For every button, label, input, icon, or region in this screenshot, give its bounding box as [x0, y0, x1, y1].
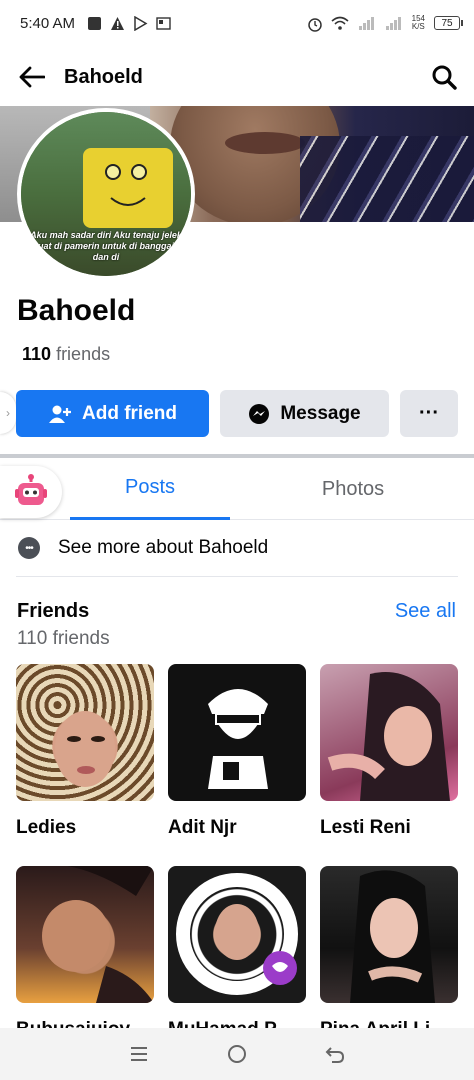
- friend-photo: [320, 664, 458, 801]
- edge-panel-handle[interactable]: ›: [0, 392, 16, 434]
- warning-icon: [110, 16, 125, 31]
- add-person-icon: [49, 405, 71, 423]
- friend-card[interactable]: Bubusaiujov: [16, 866, 154, 1041]
- friend-card[interactable]: Pina April Li: [320, 866, 458, 1041]
- friend-card[interactable]: Adit Njr: [168, 664, 306, 839]
- search-icon: [432, 65, 457, 90]
- play-store-icon: [133, 15, 148, 31]
- status-bar: 5:40 AM 154 K/S 75: [0, 0, 474, 46]
- status-time: 5:40 AM: [20, 14, 76, 32]
- friend-photo: [16, 866, 154, 1003]
- menu-icon: [131, 1047, 147, 1061]
- friend-card[interactable]: MuHamad P: [168, 866, 306, 1041]
- network-speed: 154 K/S: [412, 15, 425, 31]
- friend-name: Ledies: [16, 817, 77, 838]
- friend-photo: [16, 664, 154, 801]
- home-nav-button[interactable]: [223, 1040, 251, 1068]
- home-circle-icon: [228, 1045, 246, 1063]
- see-more-about[interactable]: ••• See more about Bahoeld: [0, 522, 474, 574]
- system-nav-bar: [0, 1028, 474, 1080]
- notification-square-icon: [87, 16, 102, 31]
- friends-section-count: 110 friends: [17, 628, 110, 649]
- back-nav-button[interactable]: [321, 1040, 349, 1068]
- friends-count[interactable]: 110 friends: [22, 344, 110, 365]
- assistant-robot-button[interactable]: [0, 466, 62, 518]
- back-button[interactable]: [16, 61, 48, 93]
- battery-indicator: 75: [434, 16, 463, 30]
- divider: [16, 576, 458, 577]
- signal-icon-1: [358, 16, 376, 31]
- profile-avatar[interactable]: Aku mah sadar diri Aku tenaju jelek buat…: [17, 108, 195, 280]
- search-button[interactable]: [428, 61, 460, 93]
- avatar-caption: Aku mah sadar diri Aku tenaju jelek buat…: [30, 230, 182, 262]
- speed-unit: K/S: [411, 22, 425, 31]
- tab-photos[interactable]: Photos: [278, 458, 428, 520]
- back-arrow-icon: [325, 1047, 345, 1063]
- robot-icon: [15, 474, 47, 505]
- page-title: Bahoeld: [64, 65, 143, 88]
- translate-icon: [156, 16, 171, 31]
- friends-count-label: friends: [56, 344, 111, 364]
- message-button[interactable]: Message: [220, 390, 389, 437]
- friends-section-title: Friends: [17, 600, 90, 622]
- wifi-icon: [331, 16, 349, 31]
- add-friend-label: Add friend: [82, 402, 177, 424]
- signal-icon-2: [385, 16, 403, 31]
- friend-photo: [320, 866, 458, 1003]
- spongebob-image: [83, 148, 173, 228]
- more-dots-icon: •••: [18, 537, 40, 559]
- friend-card[interactable]: Ledies: [16, 664, 154, 839]
- message-label: Message: [280, 402, 361, 424]
- app-header: Bahoeld: [0, 50, 474, 104]
- arrow-left-icon: [19, 66, 45, 88]
- friend-card[interactable]: Lesti Reni: [320, 664, 458, 839]
- more-options-button[interactable]: ···: [400, 390, 458, 437]
- messenger-icon: [249, 403, 270, 424]
- profile-name: Bahoeld: [17, 294, 136, 327]
- alarm-icon: [307, 16, 322, 32]
- profile-tabs: Posts Photos: [0, 458, 474, 520]
- add-friend-button[interactable]: Add friend: [16, 390, 209, 437]
- friend-photo: [168, 866, 306, 1003]
- tab-posts[interactable]: Posts: [70, 458, 230, 520]
- friend-name: Lesti Reni: [320, 817, 411, 838]
- menu-nav-button[interactable]: [125, 1040, 153, 1068]
- see-all-friends-link[interactable]: See all: [395, 600, 456, 623]
- see-more-label: See more about Bahoeld: [58, 537, 269, 558]
- friend-name: Adit Njr: [168, 817, 237, 838]
- friends-count-number: 110: [22, 344, 52, 364]
- friend-photo: [168, 664, 306, 801]
